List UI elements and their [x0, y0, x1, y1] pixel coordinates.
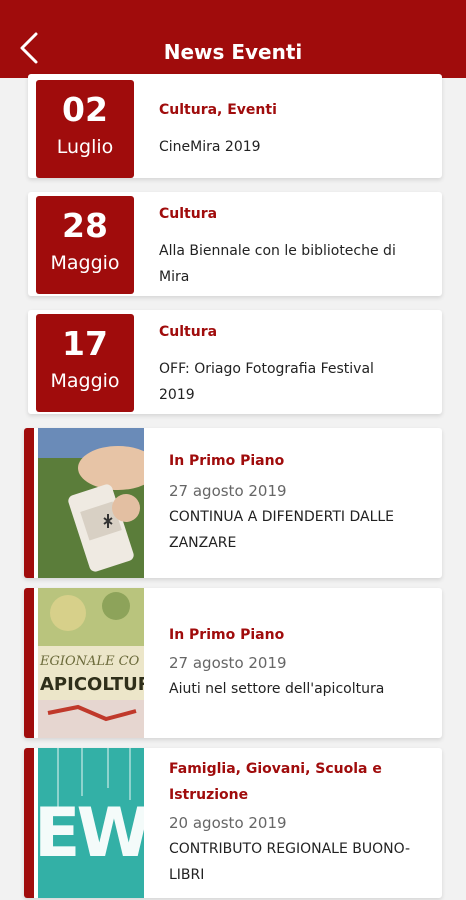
news-thumbnail: EW [38, 748, 144, 898]
date-month: Luglio [56, 136, 114, 158]
event-category: Cultura [159, 206, 218, 222]
news-date: 27 agosto 2019 [169, 654, 287, 672]
thumbnail-text: EW [38, 794, 144, 873]
news-title: Aiuti nel settore dell'apicoltura [169, 681, 385, 697]
news-date: 27 agosto 2019 [169, 482, 287, 500]
event-category: Cultura, Eventi [159, 102, 277, 118]
news-title: CONTINUA A DIFENDERTI DALLE ZANZARE [169, 509, 395, 551]
thumbnail-text: EGIONALE CO [40, 654, 140, 669]
date-badge: 28 Maggio [36, 196, 134, 294]
app-header: News Eventi [0, 0, 466, 78]
news-card[interactable]: EW Famiglia, Giovani, Scuola e Istruzion… [24, 748, 442, 898]
news-category: In Primo Piano [169, 627, 285, 643]
event-title: OFF: Oriago Fotografia Festival 2019 [159, 361, 374, 403]
news-card[interactable]: In Primo Piano 27 agosto 2019 CONTINUA A… [24, 428, 442, 578]
date-month: Maggio [50, 370, 120, 392]
news-thumbnail: EGIONALE CO APICOLTUR [38, 588, 144, 738]
date-day: 28 [62, 206, 108, 245]
date-badge: 17 Maggio [36, 314, 134, 412]
date-badge: 02 Luglio [36, 80, 134, 178]
event-category: Cultura [159, 324, 218, 340]
news-thumbnail [38, 428, 144, 578]
date-day: 02 [62, 90, 108, 129]
news-date: 20 agosto 2019 [169, 814, 287, 832]
event-title: CineMira 2019 [159, 139, 261, 155]
thumbnail-text: APICOLTUR [40, 674, 144, 695]
event-card[interactable]: 28 Maggio Cultura Alla Biennale con le b… [28, 192, 442, 296]
event-card[interactable]: 02 Luglio Cultura, Eventi CineMira 2019 [28, 74, 442, 178]
news-category: In Primo Piano [169, 453, 285, 469]
news-category: Famiglia, Giovani, Scuola e Istruzione [169, 761, 382, 803]
page-title: News Eventi [163, 40, 303, 64]
news-card[interactable]: EGIONALE CO APICOLTUR In Primo Piano 27 … [24, 588, 442, 738]
event-card[interactable]: 17 Maggio Cultura OFF: Oriago Fotografia… [28, 310, 442, 414]
date-day: 17 [62, 324, 108, 363]
news-title: CONTRIBUTO REGIONALE BUONO-LIBRI [169, 841, 411, 883]
date-month: Maggio [50, 252, 120, 274]
event-title: Alla Biennale con le biblioteche di Mira [159, 243, 396, 285]
